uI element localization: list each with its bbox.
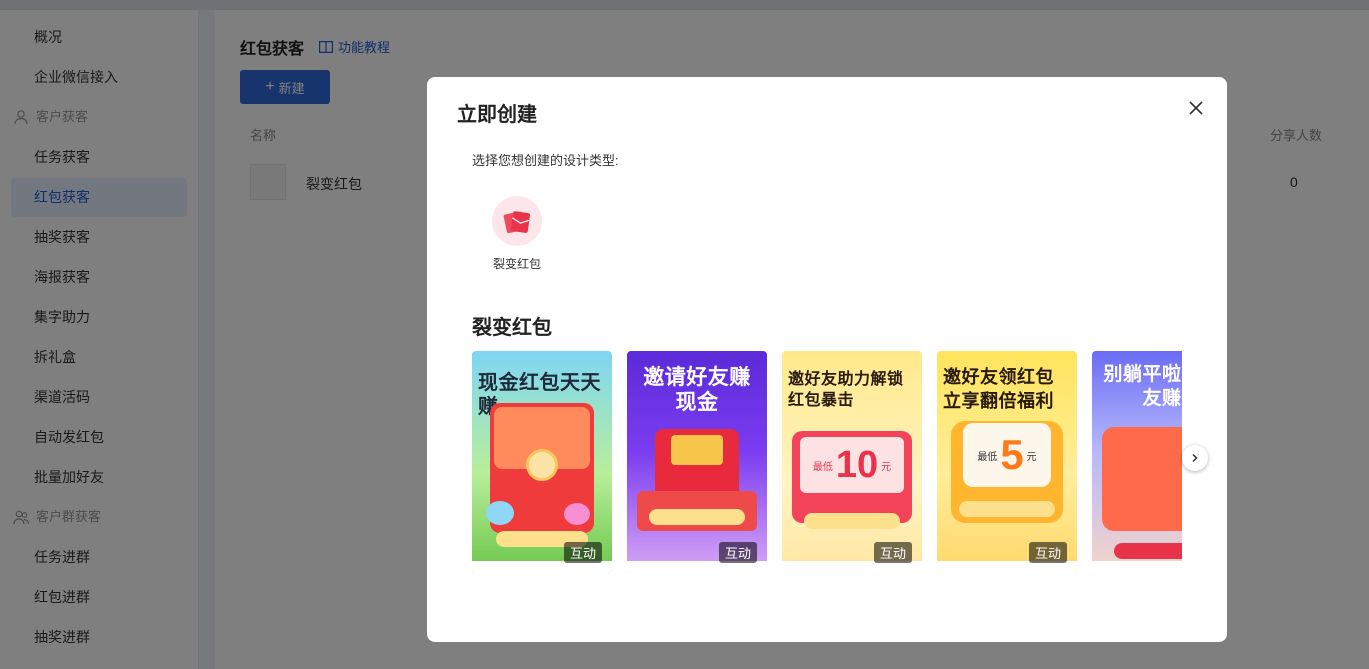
template-tag: 互动 <box>563 542 602 563</box>
amount-prefix: 最低 <box>812 461 833 473</box>
amount-unit: 元 <box>1026 451 1037 463</box>
template-footer <box>1092 561 1182 573</box>
carousel-next-button[interactable] <box>1182 445 1208 471</box>
invite-pill <box>804 513 900 529</box>
coin-graphic <box>526 449 558 481</box>
template-title: 邀好友助力解锁红包暴击 <box>788 371 904 409</box>
template-card[interactable]: 现金红包天天赚 互动 <box>472 351 612 573</box>
amount-card: 最低 10 元 <box>800 437 904 493</box>
amount-value: 10 <box>835 444 879 486</box>
amount-card: 最低 5 元 <box>963 423 1051 487</box>
template-carousel: 现金红包天天赚 互动 邀请好友赚现金 互动 邀好友助力解锁红包暴击 最低 10 … <box>472 351 1182 573</box>
coin-stack-graphic <box>671 435 723 465</box>
envelope-graphic <box>1102 427 1182 531</box>
template-section-title: 裂变红包 <box>472 317 552 339</box>
mascot-graphic <box>564 503 590 525</box>
template-card[interactable]: 邀请好友赚现金 互动 <box>627 351 767 573</box>
invite-pill <box>649 509 745 525</box>
invite-pill <box>959 501 1055 517</box>
template-title: 邀好友领红包立享翻倍福利 <box>943 367 1054 411</box>
close-icon[interactable] <box>1185 97 1207 119</box>
invite-pill <box>1114 543 1182 559</box>
chevron-right-icon <box>1192 453 1198 463</box>
template-title: 邀请好友赚现金 <box>643 366 751 414</box>
template-tag: 互动 <box>718 542 757 563</box>
amount-prefix: 最低 <box>977 451 998 463</box>
template-tag: 互动 <box>873 542 912 563</box>
template-tag: 互动 <box>1028 542 1067 563</box>
amount-value: 5 <box>1000 431 1024 478</box>
modal-title: 立即创建 <box>457 104 537 126</box>
redpacket-type-button[interactable] <box>492 196 542 246</box>
create-modal: 立即创建 选择您想创建的设计类型: 裂变红包 裂变红包 现金红包天天赚 互动 邀… <box>427 77 1227 642</box>
redpacket-type-label: 裂变红包 <box>492 257 541 271</box>
amount-unit: 元 <box>881 461 892 473</box>
template-card[interactable]: 邀好友领红包立享翻倍福利 最低 5 元 互动 <box>937 351 1077 573</box>
template-card[interactable]: 邀好友助力解锁红包暴击 最低 10 元 互动 <box>782 351 922 573</box>
mascot-graphic <box>486 501 514 525</box>
template-title: 别躺平啦拉好友赚 <box>1103 364 1182 409</box>
template-card[interactable]: 别躺平啦拉好友赚 <box>1092 351 1182 573</box>
redpacket-icon <box>503 211 531 234</box>
design-type-prompt: 选择您想创建的设计类型: <box>472 153 619 168</box>
